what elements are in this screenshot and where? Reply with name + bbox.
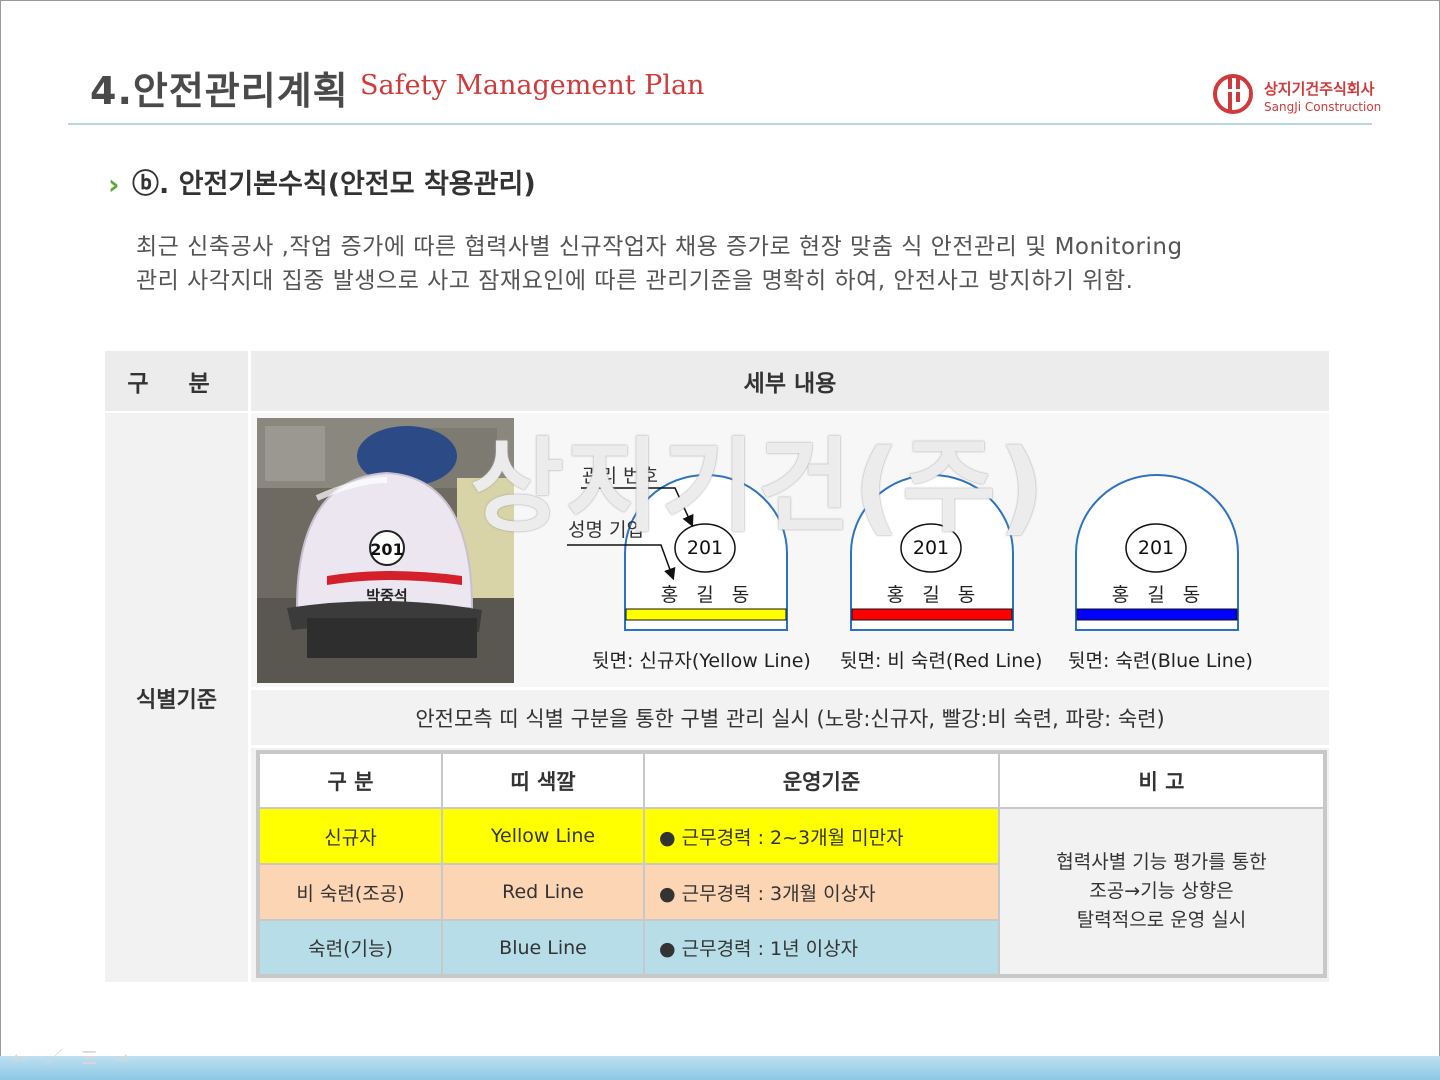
table-note: 협력사별 기능 평가를 통한 조공→기능 상향은 탈력적으로 운영 실시 [1000,809,1323,974]
pen-icon[interactable]: ／ [45,1048,81,1069]
chevron-right-icon: › [108,168,120,201]
caption-yellow-line: 뒷면: 신규자(Yellow Line) [592,650,811,672]
note-line-3: 탈력적으로 운영 실시 [1076,909,1247,931]
row-criteria-skilled: ● 근무경력 : 1년 이상자 [645,921,998,974]
slide-nav: ⇦／☰⇨ [12,1044,148,1070]
table-header: 비 고 [1000,754,1323,807]
table-header: 구 분 [260,754,441,807]
logo-emblem-icon [1213,74,1253,114]
logo-text-korean: 상지기건주식회사 [1264,80,1375,98]
note-line-1: 협력사별 기능 평가를 통한 [1056,851,1267,873]
company-logo: 상지기건주식회사 SangJi Construction [1212,72,1382,116]
row-criteria-new: ● 근무경력 : 2~3개월 미만자 [645,809,998,863]
logo-text-english: SangJi Construction [1264,100,1382,114]
intro-line-2: 관리 사각지대 집중 발생으로 사고 잠재요인에 따른 관리기준을 명확히 하여… [136,268,1134,294]
intro-line-1: 최근 신축공사 ,작업 증가에 따른 협력사별 신규작업자 채용 증가로 현장 … [136,234,1183,260]
helmet-name-yellow: 홍 길 동 [660,584,756,606]
category-cell: 식별기준 [105,413,248,982]
intro-paragraph: 최근 신축공사 ,작업 증가에 따른 협력사별 신규작업자 채용 증가로 현장 … [136,230,1336,298]
footer-band [0,1056,1440,1080]
helmet-number-blue: 201 [1137,537,1175,559]
table-header: 띠 색깔 [443,754,643,807]
arrow-right-icon[interactable]: ⇨ [115,1048,148,1069]
description-cell: 안전모측 띠 식별 구분을 통한 구별 관리 실시 (노랑:신규자, 빨강:비 … [251,690,1329,745]
header-detail: 세부 내용 [251,351,1329,411]
header-category: 구 분 [105,351,248,411]
helmet-name-blue: 홍 길 동 [1111,584,1207,606]
row-criteria-unskilled: ● 근무경력 : 3개월 이상자 [645,865,998,919]
section-title: ⓑ. 안전기본수칙(안전모 착용관리) [132,169,536,200]
row-color-skilled: Blue Line [443,921,643,974]
caption-red-line: 뒷면: 비 숙련(Red Line) [840,650,1043,672]
menu-icon[interactable]: ☰ [81,1048,115,1069]
row-color-unskilled: Red Line [443,865,643,919]
row-category-new: 신규자 [260,809,441,863]
page-subtitle: Safety Management Plan [360,70,705,101]
caption-blue-line: 뒷면: 숙련(Blue Line) [1068,650,1253,672]
color-band-table: 구 분 띠 색깔 운영기준 비 고 신규자 Yellow Line ● 근무경력… [256,750,1327,978]
watermark-text: 상지기건(주) [470,428,1047,547]
note-line-2: 조공→기능 상향은 [1089,880,1234,902]
row-color-new: Yellow Line [443,809,643,863]
title-divider [68,123,1372,125]
page-title: 4.안전관리계획 [90,69,349,113]
row-category-unskilled: 비 숙련(조공) [260,865,441,919]
helmet-name-red: 홍 길 동 [886,584,982,606]
arrow-left-icon[interactable]: ⇦ [12,1048,45,1069]
table-header: 운영기준 [645,754,998,807]
row-category-skilled: 숙련(기능) [260,921,441,974]
